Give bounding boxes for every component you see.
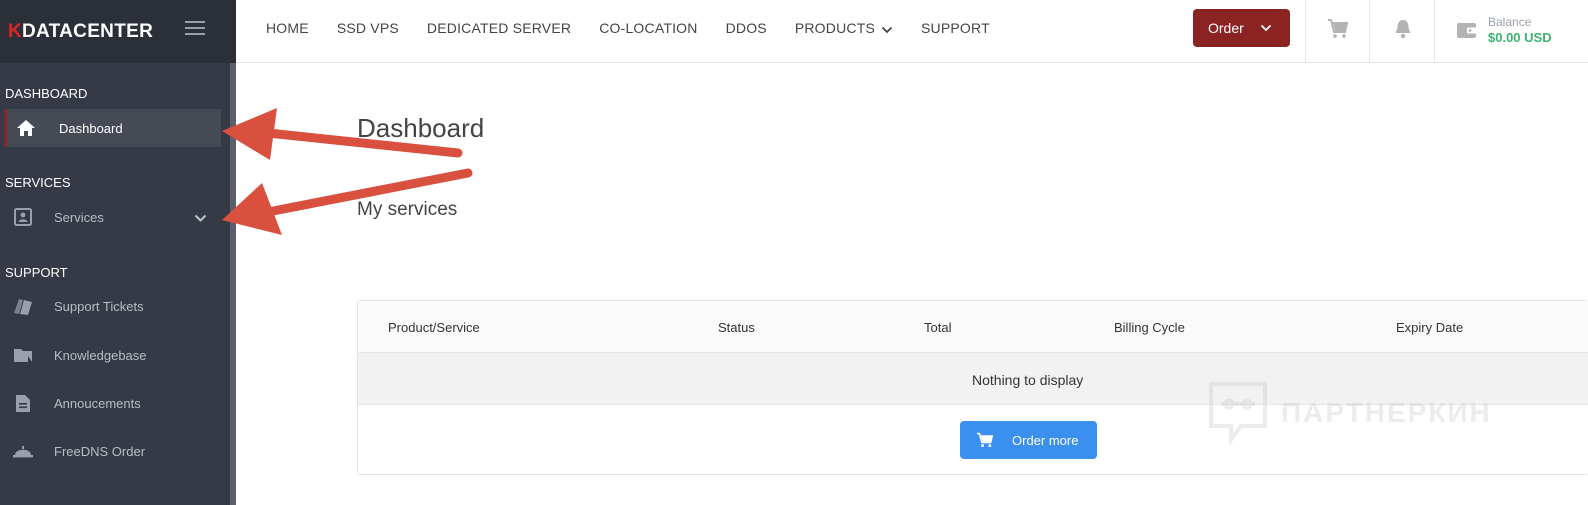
nav-support[interactable]: SUPPORT [921, 20, 990, 37]
cart-icon[interactable] [1327, 18, 1349, 45]
sidebar-item-label: FreeDNS Order [54, 443, 146, 459]
folder-icon [12, 344, 34, 366]
home-icon [15, 117, 37, 139]
divider [1434, 0, 1435, 63]
hamburger-menu-icon[interactable] [185, 21, 205, 35]
nav-ddos[interactable]: DDOS [726, 20, 767, 37]
order-more-button[interactable]: Order more [960, 421, 1097, 459]
sidebar-item-label: Knowledgebase [54, 347, 147, 363]
top-bar: HOME SSD VPS DEDICATED SERVER CO-LOCATIO… [236, 0, 1588, 63]
column-header-status[interactable]: Status [718, 320, 755, 335]
order-more-label: Order more [1012, 432, 1079, 448]
balance-label: Balance [1488, 15, 1532, 29]
logo-bar: KDATACENTER [0, 0, 236, 63]
dome-icon [12, 440, 34, 462]
sidebar-item-label: Support Tickets [54, 298, 144, 314]
sidebar-item-freedns-order[interactable]: FreeDNS Order [4, 432, 221, 470]
bell-icon[interactable] [1394, 18, 1412, 45]
balance[interactable]: Balance $0.00 USD [1456, 15, 1552, 45]
column-header-expiry-date[interactable]: Expiry Date [1396, 320, 1463, 335]
nav-home[interactable]: HOME [266, 20, 309, 37]
watermark-text: ПАРТНЕРКИН [1281, 397, 1492, 428]
sidebar [0, 0, 236, 505]
divider [1369, 0, 1370, 63]
chevron-down-icon[interactable] [194, 210, 207, 228]
nav-ssd-vps[interactable]: SSD VPS [337, 20, 399, 37]
divider [1305, 0, 1306, 63]
nav-products-label: PRODUCTS [794, 20, 875, 36]
empty-message: Nothing to display [972, 372, 1084, 388]
sidebar-item-dashboard[interactable]: Dashboard [4, 109, 221, 147]
logo[interactable]: KDATACENTER [8, 21, 153, 43]
nav-products[interactable]: PRODUCTS [795, 20, 893, 37]
chevron-down-icon [881, 21, 893, 37]
nav-dedicated-server[interactable]: DEDICATED SERVER [427, 20, 571, 37]
document-icon [12, 392, 34, 414]
page-title: Dashboard [357, 113, 485, 143]
wallet-icon [1456, 20, 1478, 45]
chevron-down-icon [1260, 24, 1271, 32]
column-header-product[interactable]: Product/Service [388, 320, 480, 335]
sidebar-item-label: Services [54, 209, 104, 225]
sidebar-item-support-tickets[interactable]: Support Tickets [4, 287, 221, 325]
balance-value: $0.00 USD [1488, 30, 1552, 45]
contact-card-icon [12, 206, 34, 228]
sidebar-scrollbar[interactable] [230, 63, 236, 505]
nav-co-location[interactable]: CO-LOCATION [599, 20, 697, 37]
sidebar-item-label: Dashboard [59, 120, 123, 136]
section-heading-support: SUPPORT [5, 265, 68, 280]
column-header-billing-cycle[interactable]: Billing Cycle [1114, 320, 1185, 335]
my-services-title: My services [357, 199, 458, 220]
logo-k: K [8, 21, 23, 42]
ticket-icon [12, 295, 34, 317]
table-header: Product/Service Status Total Billing Cyc… [358, 301, 1588, 353]
sidebar-item-knowledgebase[interactable]: Knowledgebase [4, 336, 221, 374]
sidebar-item-services[interactable]: Services [4, 198, 221, 236]
section-heading-services: SERVICES [5, 175, 71, 190]
column-header-total[interactable]: Total [924, 320, 951, 335]
order-button[interactable]: Order [1193, 9, 1290, 47]
section-heading-dashboard: DASHBOARD [5, 86, 88, 101]
top-navigation: HOME SSD VPS DEDICATED SERVER CO-LOCATIO… [266, 20, 1018, 37]
logo-text: DATACENTER [22, 21, 154, 42]
sidebar-item-annoucements[interactable]: Annoucements [4, 384, 221, 422]
speech-bubble-icon [1209, 382, 1267, 446]
order-button-label: Order [1208, 20, 1244, 36]
watermark: ПАРТНЕРКИН [1207, 380, 1492, 446]
cart-icon [977, 432, 994, 448]
sidebar-item-label: Annoucements [54, 395, 141, 411]
